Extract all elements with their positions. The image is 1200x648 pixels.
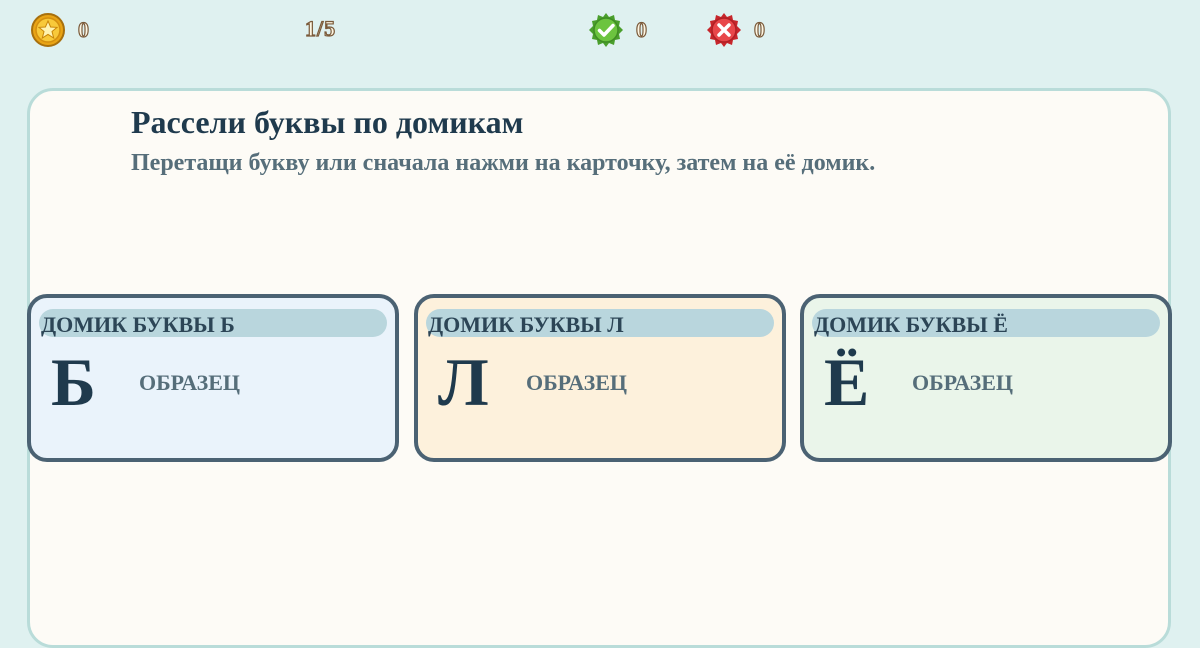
- house-letter-l[interactable]: ДОМИК БУКВЫ Л Л ОБРАЗЕЦ: [414, 294, 786, 462]
- house-label: ДОМИК БУКВЫ Ё: [814, 312, 1008, 337]
- house-sample-letter: Б: [51, 344, 96, 420]
- correct-count: 0: [635, 16, 648, 42]
- house-letter-yo[interactable]: ДОМИК БУКВЫ Ё Ё ОБРАЗЕЦ: [800, 294, 1172, 462]
- house-sample-label: ОБРАЗЕЦ: [912, 370, 1014, 395]
- coin-counter: 0: [30, 12, 90, 48]
- wrong-count: 0: [753, 16, 766, 42]
- house-letter-b[interactable]: ДОМИК БУКВЫ Б Б ОБРАЗЕЦ: [27, 294, 399, 462]
- task-instruction: Перетащи букву или сначала нажми на карт…: [131, 150, 876, 176]
- check-badge-icon: [589, 13, 623, 47]
- house-label: ДОМИК БУКВЫ Л: [428, 312, 624, 337]
- correct-counter: 0: [588, 12, 648, 48]
- game-hud: 0 1/5 0 0: [0, 0, 1200, 60]
- house-sample-letter: Ё: [824, 344, 870, 420]
- task-title: Рассели буквы по домикам: [131, 104, 524, 140]
- house-sample-letter: Л: [438, 344, 489, 420]
- progress-text: 1/5: [304, 15, 337, 41]
- progress-indicator: 1/5: [304, 15, 337, 42]
- house-label: ДОМИК БУКВЫ Б: [41, 312, 235, 337]
- star-coin-icon: [31, 13, 65, 47]
- coin-count: 0: [77, 16, 90, 42]
- wrong-counter: 0: [706, 12, 766, 48]
- house-sample-label: ОБРАЗЕЦ: [526, 370, 628, 395]
- cross-badge-icon: [707, 13, 741, 47]
- house-sample-label: ОБРАЗЕЦ: [139, 370, 241, 395]
